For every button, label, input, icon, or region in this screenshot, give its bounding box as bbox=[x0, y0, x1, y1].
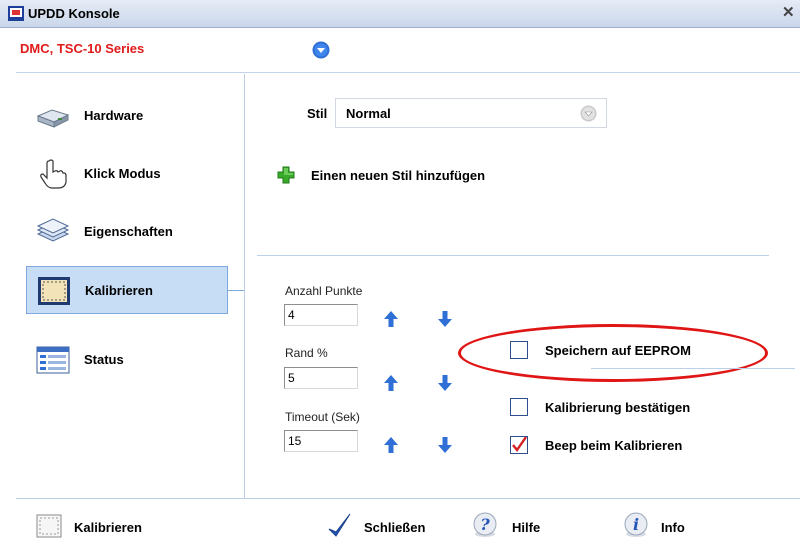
calibrate-icon bbox=[38, 277, 70, 305]
help-button-label: Hilfe bbox=[512, 520, 541, 535]
sidebar-item-hardware[interactable]: Hardware bbox=[26, 92, 228, 140]
svg-text:?: ? bbox=[480, 515, 490, 534]
arrow-up-icon[interactable] bbox=[383, 436, 399, 454]
calibrate-small-icon bbox=[36, 514, 62, 538]
calibrate-button-label: Kalibrieren bbox=[74, 520, 142, 535]
help-button[interactable]: ? Hilfe bbox=[472, 512, 562, 542]
help-icon: ? bbox=[473, 512, 497, 537]
arrow-up-icon[interactable] bbox=[383, 310, 399, 328]
beep-label: Beep beim Kalibrieren bbox=[545, 438, 683, 453]
points-input[interactable]: 4 bbox=[284, 304, 358, 326]
timeout-input[interactable]: 15 bbox=[284, 430, 358, 452]
points-label: Anzahl Punkte bbox=[285, 284, 363, 298]
status-icon bbox=[36, 346, 70, 374]
sidebar-item-eigenschaften[interactable]: Eigenschaften bbox=[26, 208, 228, 256]
sidebar-item-label: Kalibrieren bbox=[85, 283, 153, 298]
close-button-label: Schließen bbox=[364, 520, 426, 535]
confirm-calibration-label: Kalibrierung bestätigen bbox=[545, 400, 691, 415]
device-dropdown-icon[interactable] bbox=[312, 41, 330, 59]
arrow-down-icon[interactable] bbox=[437, 374, 453, 392]
sidebar-item-klick-modus[interactable]: Klick Modus bbox=[26, 150, 228, 198]
window-title: UPDD Konsole bbox=[28, 6, 120, 21]
add-style-label: Einen neuen Stil hinzufügen bbox=[311, 168, 486, 183]
arrow-down-icon[interactable] bbox=[437, 310, 453, 328]
add-style-button[interactable]: Einen neuen Stil hinzufügen bbox=[277, 166, 527, 186]
style-select[interactable]: Normal bbox=[335, 98, 607, 128]
highlight-ellipse bbox=[458, 324, 768, 382]
title-bar: UPDD Konsole ✕ bbox=[0, 0, 800, 28]
sidebar-item-label: Klick Modus bbox=[84, 166, 161, 181]
layers-icon bbox=[36, 218, 70, 242]
close-button[interactable]: Schließen bbox=[326, 512, 446, 542]
checkmark-icon bbox=[512, 437, 527, 453]
checkmark-icon bbox=[328, 513, 351, 537]
active-connector bbox=[228, 290, 244, 291]
plus-icon bbox=[277, 166, 295, 184]
info-icon: i bbox=[624, 512, 648, 537]
sidebar-item-label: Status bbox=[84, 352, 124, 367]
device-name: DMC, TSC-10 Series bbox=[20, 41, 145, 56]
sidebar-item-label: Hardware bbox=[84, 108, 144, 123]
divider bbox=[16, 498, 800, 499]
margin-input[interactable]: 5 bbox=[284, 367, 358, 389]
beep-checkbox[interactable] bbox=[510, 436, 528, 454]
style-label: Stil bbox=[307, 106, 328, 121]
hardware-icon bbox=[36, 109, 70, 128]
margin-label: Rand % bbox=[285, 346, 328, 360]
confirm-calibration-checkbox[interactable] bbox=[510, 398, 528, 416]
style-value: Normal bbox=[346, 106, 391, 121]
info-button-label: Info bbox=[661, 520, 685, 535]
sidebar-item-status[interactable]: Status bbox=[26, 336, 228, 384]
timeout-label: Timeout (Sek) bbox=[285, 410, 360, 424]
bottom-bar: Kalibrieren Schließen ? Hilfe i Info bbox=[16, 498, 800, 558]
calibrate-button[interactable]: Kalibrieren bbox=[36, 512, 156, 542]
divider bbox=[257, 255, 769, 256]
arrow-down-icon[interactable] bbox=[437, 436, 453, 454]
main-panel: Stil Normal Einen neuen Stil hinzufügen … bbox=[245, 74, 800, 498]
app-icon bbox=[8, 6, 24, 21]
hand-pointer-icon bbox=[40, 159, 67, 189]
device-bar: DMC, TSC-10 Series bbox=[0, 28, 800, 74]
svg-text:i: i bbox=[633, 515, 639, 534]
sidebar-item-kalibrieren[interactable]: Kalibrieren bbox=[26, 266, 228, 314]
sidebar-item-label: Eigenschaften bbox=[84, 224, 173, 239]
sidebar: Hardware Klick Modus Eigenschaften Kalib… bbox=[16, 74, 245, 498]
close-icon[interactable]: ✕ bbox=[782, 5, 798, 21]
chevron-down-icon bbox=[580, 105, 597, 122]
divider bbox=[591, 368, 795, 369]
divider bbox=[16, 72, 800, 73]
arrow-up-icon[interactable] bbox=[383, 374, 399, 392]
info-button[interactable]: i Info bbox=[623, 512, 703, 542]
